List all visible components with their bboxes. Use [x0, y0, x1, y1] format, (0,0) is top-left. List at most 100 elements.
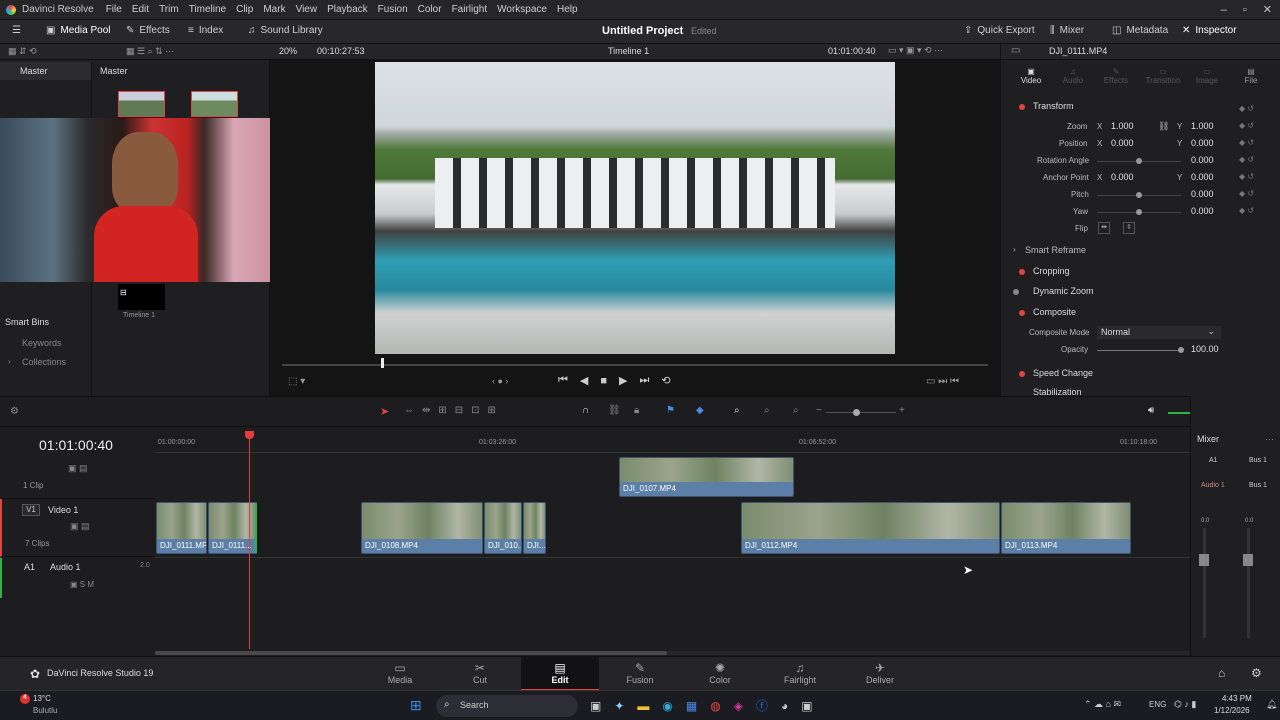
track-toggles-icon[interactable]: ▣ ▤ — [68, 463, 88, 474]
play-icon[interactable]: ▶ — [619, 374, 627, 387]
menu-help[interactable]: Help — [557, 4, 578, 15]
inspector-button[interactable]: ✕ Inspector — [1182, 25, 1237, 36]
link-icon[interactable]: ⛓ — [608, 405, 621, 416]
menu-clip[interactable]: Clip — [236, 4, 253, 15]
playhead-handle[interactable] — [245, 431, 254, 439]
menu-fusion[interactable]: Fusion — [378, 4, 408, 15]
page-tab-edit[interactable]: ▤ Edit — [521, 657, 599, 691]
track-toggles-icon[interactable]: ▣ ▤ — [70, 521, 90, 532]
clock-time[interactable]: 4:43 PM — [1222, 694, 1252, 703]
a1-track-id[interactable]: A1 — [24, 562, 35, 572]
zoom-slider[interactable] — [826, 412, 896, 413]
zoom-out-icon[interactable]: − — [816, 405, 822, 416]
keyframe-reset-icon[interactable]: ◆ ↺ — [1239, 151, 1273, 168]
playhead[interactable] — [249, 431, 250, 649]
metadata-button[interactable]: ◫ Metadata — [1112, 25, 1168, 36]
menu-edit[interactable]: Edit — [132, 4, 149, 15]
mixer-button[interactable]: ⫼ Mixer — [1050, 25, 1084, 36]
flip-vertical-icon[interactable]: ⇳ — [1123, 222, 1135, 234]
a1-fader[interactable] — [1199, 554, 1209, 566]
page-tab-cut[interactable]: ✂ Cut — [450, 661, 510, 685]
scrubber-handle[interactable] — [380, 358, 384, 368]
keywords-bin[interactable]: Keywords — [22, 338, 62, 348]
store-icon[interactable]: ▦ — [686, 699, 697, 713]
keyframe-reset-icon[interactable]: ◆ ↺ — [1239, 185, 1273, 202]
menu-mark[interactable]: Mark — [263, 4, 285, 15]
task-view-icon[interactable]: ▣ — [590, 699, 601, 713]
clip-v1-dji-0108[interactable]: DJI_0108.MP4 — [361, 502, 483, 554]
keyframe-reset-icon[interactable]: ◆ ↺ — [1239, 202, 1273, 219]
keyframe-reset-icon[interactable]: ◆ ↺ — [1239, 134, 1273, 151]
link-icon[interactable]: ⛓ — [1158, 121, 1169, 132]
anchor-x-field[interactable]: 0.000 — [1111, 172, 1134, 182]
video-frame[interactable] — [375, 62, 895, 354]
language-indicator[interactable]: ENG — [1149, 700, 1166, 709]
menu-file[interactable]: File — [106, 4, 122, 15]
viewer-options-icon[interactable]: ▭ ▾ ▣ ▾ ⟲ ⋯ — [888, 45, 943, 56]
position-y-field[interactable]: 0.000 — [1191, 138, 1214, 148]
position-x-field[interactable]: 0.000 — [1111, 138, 1134, 148]
clip-v1-dji-0111[interactable]: DJI_0111.MP4 — [156, 502, 207, 554]
close-icon[interactable]: ✕ — [1263, 3, 1272, 16]
viewer-zoom[interactable]: 20% — [279, 46, 297, 56]
zoom-in-icon[interactable]: + — [899, 405, 905, 416]
menu-fairlight[interactable]: Fairlight — [452, 4, 488, 15]
zoom-x-field[interactable]: 1.000 — [1111, 121, 1134, 131]
zoom-slider-handle[interactable] — [853, 409, 860, 416]
windows-start-icon[interactable]: ⊞ — [410, 697, 422, 714]
notification-bell-icon[interactable]: 🔔︎ — [1266, 699, 1277, 710]
menu-color[interactable]: Color — [418, 4, 442, 15]
yaw-field[interactable]: 0.000 — [1191, 206, 1214, 216]
gear-icon[interactable]: ⚙ — [1251, 666, 1262, 680]
copilot-icon[interactable]: ✦ — [614, 699, 624, 713]
edit-tools-icon[interactable]: ⇔⇹⊞⊟⊡⊞ — [404, 405, 504, 416]
stop-icon[interactable]: ■ — [600, 375, 607, 387]
file-explorer-icon[interactable]: ▬ — [637, 699, 649, 713]
timeline-scrollbar[interactable] — [155, 651, 1190, 655]
index-button[interactable]: ≡ Index — [188, 25, 223, 36]
opacity-slider[interactable] — [1097, 350, 1181, 351]
composite-mode-select[interactable]: Normal ⌄ — [1097, 326, 1221, 339]
home-icon[interactable]: ⌂ — [1218, 666, 1225, 680]
lock-icon[interactable]: 🔒︎ — [634, 405, 639, 416]
skip-to-start-icon[interactable]: ⏮ — [558, 374, 568, 387]
pitch-field[interactable]: 0.000 — [1191, 189, 1214, 199]
opacity-field[interactable]: 100.00 — [1191, 344, 1219, 354]
keyframe-reset-icon[interactable]: ◆ ↺ — [1239, 168, 1273, 185]
tab-image[interactable]: ▭ Image — [1195, 67, 1219, 85]
match-frame-icon[interactable]: ▭ ⏭ ⏮ — [926, 376, 959, 387]
flag-icon[interactable]: ⚑ — [666, 405, 675, 416]
clip-v2-dji-0107[interactable]: DJI_0107.MP4 — [619, 457, 794, 497]
zoom-custom-icon[interactable]: ⌕ — [793, 405, 799, 416]
chevron-right-icon[interactable]: › — [8, 357, 11, 366]
menu-trim[interactable]: Trim — [159, 4, 179, 15]
page-tab-media[interactable]: ▭ Media — [370, 661, 430, 685]
facebook-icon[interactable]: ⓕ — [756, 697, 768, 714]
rotation-field[interactable]: 0.000 — [1191, 155, 1214, 165]
weather-temp[interactable]: 13°C — [33, 694, 51, 703]
tab-effects[interactable]: ✎ Effects — [1101, 67, 1131, 85]
keyframe-reset-icon[interactable]: ◆ ↺ — [1239, 100, 1273, 117]
skip-to-end-icon[interactable]: ⏭ — [640, 374, 650, 387]
timeline-name[interactable]: Timeline 1 — [608, 46, 649, 56]
app-taskbar-icon[interactable]: ▣ — [801, 699, 812, 713]
clip-v1-dji-short[interactable]: DJI... — [523, 502, 546, 554]
page-tab-deliver[interactable]: ✈ Deliver — [850, 661, 910, 685]
taskbar-search[interactable]: ⌕ Search — [436, 695, 578, 717]
enable-dot[interactable] — [1019, 371, 1025, 377]
timeline-view-options-icon[interactable]: ⚙ — [10, 406, 19, 417]
instagram-icon[interactable]: ◈ — [734, 699, 743, 713]
media-clip-thumb-1[interactable] — [118, 91, 165, 117]
minimize-icon[interactable]: – — [1221, 4, 1227, 16]
clip-v1-dji-010x[interactable]: DJI_010... — [484, 502, 522, 554]
enable-dot[interactable] — [1013, 289, 1019, 295]
page-tab-color[interactable]: ✺ Color — [690, 661, 750, 685]
sound-library-button[interactable]: ♫ Sound Library — [248, 25, 323, 36]
list-view-icon[interactable]: ▦ ⇵ ⟲ — [8, 46, 37, 57]
master-bin[interactable]: Master — [0, 62, 91, 80]
timeline-clip-thumb[interactable]: ⊟ — [118, 284, 165, 310]
marker-icon[interactable]: ◆ — [696, 405, 704, 416]
menu-view[interactable]: View — [296, 4, 318, 15]
loop-icon[interactable]: ⟲ — [661, 374, 670, 387]
effects-button[interactable]: ✎ Effects — [126, 25, 170, 36]
